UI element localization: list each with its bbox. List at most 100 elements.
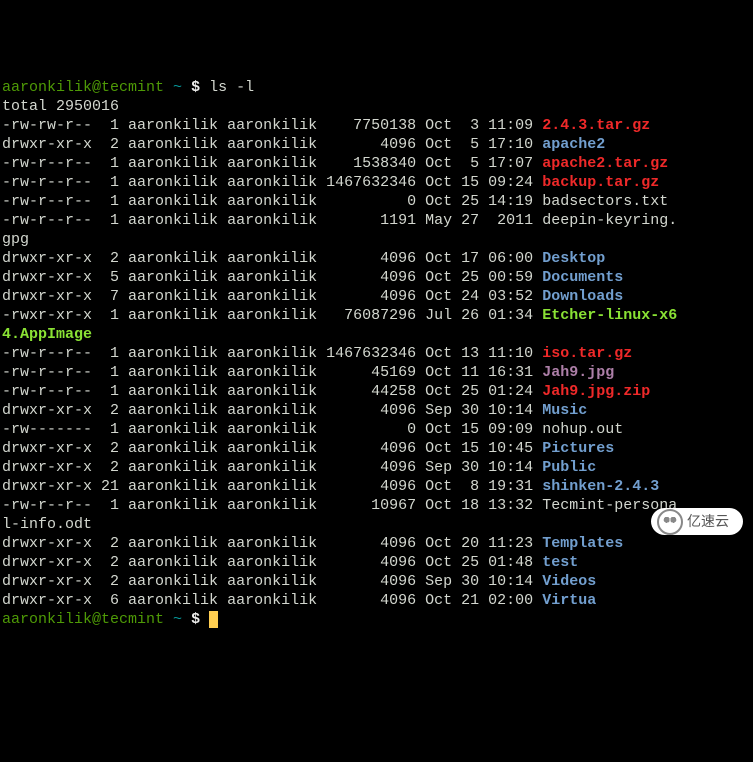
owner: aaronkilik xyxy=(128,307,218,324)
group: aaronkilik xyxy=(227,459,317,476)
filename: Downloads xyxy=(542,288,623,305)
filename: Videos xyxy=(542,573,596,590)
size: 1467632346 xyxy=(317,345,416,362)
owner: aaronkilik xyxy=(128,535,218,552)
date: Oct 13 11:10 xyxy=(425,345,533,362)
perm: -rw-r--r-- xyxy=(2,345,92,362)
filename: apache2 xyxy=(542,136,605,153)
ls-row: -rw-r--r-- 1 aaronkilik aaronkilik 10967… xyxy=(2,497,677,514)
owner: aaronkilik xyxy=(128,497,218,514)
ls-row: -rw------- 1 aaronkilik aaronkilik 0 Oct… xyxy=(2,421,623,438)
filename: Jah9.jpg.zip xyxy=(542,383,650,400)
date: Jul 26 01:34 xyxy=(425,307,533,324)
owner: aaronkilik xyxy=(128,573,218,590)
group: aaronkilik xyxy=(227,592,317,609)
date: Oct 25 14:19 xyxy=(425,193,533,210)
filename: Virtua xyxy=(542,592,596,609)
perm: -rw-r--r-- xyxy=(2,193,92,210)
size: 1191 xyxy=(317,212,416,229)
terminal-output[interactable]: aaronkilik@tecmint ~ $ ls -l total 29500… xyxy=(2,78,751,629)
size: 1538340 xyxy=(317,155,416,172)
size: 4096 xyxy=(317,573,416,590)
date: Oct 20 11:23 xyxy=(425,535,533,552)
perm: drwxr-xr-x xyxy=(2,136,92,153)
filename: 2.4.3.tar.gz xyxy=(542,117,650,134)
links: 6 xyxy=(92,592,119,609)
perm: drwxr-xr-x xyxy=(2,573,92,590)
links: 1 xyxy=(92,193,119,210)
owner: aaronkilik xyxy=(128,174,218,191)
owner: aaronkilik xyxy=(128,250,218,267)
date: Oct 5 17:10 xyxy=(425,136,533,153)
filename: apache2.tar.gz xyxy=(542,155,668,172)
prompt-cwd: ~ xyxy=(173,79,182,96)
owner: aaronkilik xyxy=(128,383,218,400)
group: aaronkilik xyxy=(227,288,317,305)
owner: aaronkilik xyxy=(128,402,218,419)
watermark-text: 亿速云 xyxy=(687,513,729,529)
ls-row: drwxr-xr-x 2 aaronkilik aaronkilik 4096 … xyxy=(2,250,605,267)
size: 76087296 xyxy=(317,307,416,324)
links: 1 xyxy=(92,364,119,381)
links: 2 xyxy=(92,459,119,476)
perm: drwxr-xr-x xyxy=(2,459,92,476)
ls-row: -rwxr-xr-x 1 aaronkilik aaronkilik 76087… xyxy=(2,307,677,324)
size: 4096 xyxy=(317,459,416,476)
links: 2 xyxy=(92,440,119,457)
perm: -rw-r--r-- xyxy=(2,155,92,172)
owner: aaronkilik xyxy=(128,117,218,134)
filename: Templates xyxy=(542,535,623,552)
owner: aaronkilik xyxy=(128,592,218,609)
perm: drwxr-xr-x xyxy=(2,269,92,286)
date: Oct 18 13:32 xyxy=(425,497,533,514)
group: aaronkilik xyxy=(227,117,317,134)
ls-row: -rw-r--r-- 1 aaronkilik aaronkilik 0 Oct… xyxy=(2,193,668,210)
date: Sep 30 10:14 xyxy=(425,402,533,419)
size: 0 xyxy=(317,421,416,438)
group: aaronkilik xyxy=(227,193,317,210)
links: 2 xyxy=(92,535,119,552)
perm: drwxr-xr-x xyxy=(2,440,92,457)
date: Oct 3 11:09 xyxy=(425,117,533,134)
prompt-cwd: ~ xyxy=(173,611,182,628)
perm: -rw-r--r-- xyxy=(2,383,92,400)
perm: drwxr-xr-x xyxy=(2,402,92,419)
ls-row: drwxr-xr-x 2 aaronkilik aaronkilik 4096 … xyxy=(2,554,578,571)
group: aaronkilik xyxy=(227,440,317,457)
date: Sep 30 10:14 xyxy=(425,573,533,590)
date: Oct 15 09:09 xyxy=(425,421,533,438)
perm: drwxr-xr-x xyxy=(2,250,92,267)
filename: iso.tar.gz xyxy=(542,345,632,362)
group: aaronkilik xyxy=(227,402,317,419)
size: 44258 xyxy=(317,383,416,400)
ls-row: -rw-r--r-- 1 aaronkilik aaronkilik 14676… xyxy=(2,174,659,191)
ls-row: drwxr-xr-x 2 aaronkilik aaronkilik 4096 … xyxy=(2,535,623,552)
ls-row: drwxr-xr-x 2 aaronkilik aaronkilik 4096 … xyxy=(2,440,614,457)
size: 4096 xyxy=(317,592,416,609)
ls-row: -rw-r--r-- 1 aaronkilik aaronkilik 1191 … xyxy=(2,212,677,229)
links: 2 xyxy=(92,402,119,419)
size: 45169 xyxy=(317,364,416,381)
links: 2 xyxy=(92,250,119,267)
ls-row: drwxr-xr-x 7 aaronkilik aaronkilik 4096 … xyxy=(2,288,623,305)
date: Oct 5 17:07 xyxy=(425,155,533,172)
group: aaronkilik xyxy=(227,535,317,552)
size: 4096 xyxy=(317,554,416,571)
group: aaronkilik xyxy=(227,136,317,153)
date: Oct 11 16:31 xyxy=(425,364,533,381)
size: 4096 xyxy=(317,250,416,267)
cursor[interactable] xyxy=(209,611,218,628)
filename: Jah9.jpg xyxy=(542,364,614,381)
date: Sep 30 10:14 xyxy=(425,459,533,476)
ls-row: -rw-r--r-- 1 aaronkilik aaronkilik 45169… xyxy=(2,364,614,381)
ls-row: drwxr-xr-x 2 aaronkilik aaronkilik 4096 … xyxy=(2,459,596,476)
date: Oct 25 01:24 xyxy=(425,383,533,400)
owner: aaronkilik xyxy=(128,345,218,362)
perm: drwxr-xr-x xyxy=(2,535,92,552)
owner: aaronkilik xyxy=(128,440,218,457)
links: 5 xyxy=(92,269,119,286)
links: 2 xyxy=(92,136,119,153)
owner: aaronkilik xyxy=(128,136,218,153)
size: 4096 xyxy=(317,288,416,305)
size: 4096 xyxy=(317,402,416,419)
